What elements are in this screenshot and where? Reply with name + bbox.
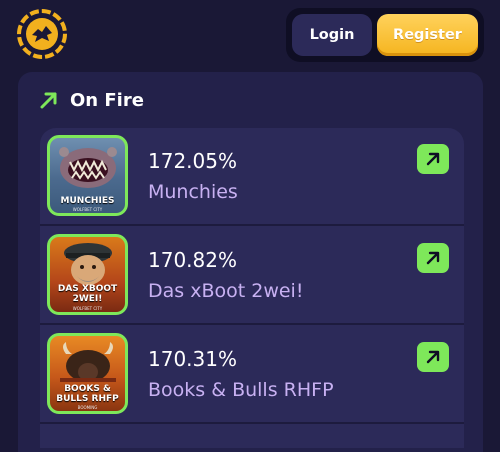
thumbnail-provider: WOLFBET CITY xyxy=(72,207,103,212)
rtp-percent: 172.05% xyxy=(148,149,237,173)
thumbnail-provider: WOLFBET CITY xyxy=(72,306,103,311)
game-name[interactable]: Munchies xyxy=(148,181,238,203)
arrow-up-right-icon xyxy=(426,251,440,265)
thumbnail-provider: BOOMING xyxy=(77,405,98,410)
game-thumbnail[interactable]: BOOKS & BULLS RHFP BOOMING xyxy=(47,333,128,414)
auth-button-group: Login Register xyxy=(286,8,484,62)
row-divider xyxy=(40,224,464,226)
rtp-percent: 170.31% xyxy=(148,347,237,371)
game-thumbnail[interactable]: MUNCHIES WOLFBET CITY xyxy=(47,135,128,216)
login-button[interactable]: Login xyxy=(292,14,372,56)
thumbnail-title: DAS XBOOT 2WEI! xyxy=(57,284,118,304)
section-header: On Fire xyxy=(38,86,144,114)
trending-up-icon xyxy=(40,92,57,109)
open-game-button[interactable] xyxy=(417,342,449,372)
game-name[interactable]: Books & Bulls RHFP xyxy=(148,379,334,401)
section-title: On Fire xyxy=(70,89,144,111)
arrow-up-right-icon xyxy=(426,152,440,166)
coin-logo-icon[interactable] xyxy=(16,8,68,60)
row-divider xyxy=(40,323,464,325)
list-item[interactable]: DAS XBOOT 2WEI! WOLFBET CITY 170.82% Das… xyxy=(40,227,464,325)
game-thumbnail[interactable]: DAS XBOOT 2WEI! WOLFBET CITY xyxy=(47,234,128,315)
open-game-button[interactable] xyxy=(417,144,449,174)
arrow-up-right-icon xyxy=(426,350,440,364)
register-button[interactable]: Register xyxy=(377,14,478,56)
row-divider xyxy=(40,422,464,424)
thumbnail-title: BOOKS & BULLS RHFP xyxy=(56,384,119,404)
list-item[interactable]: BOOKS & BULLS RHFP BOOMING 170.31% Books… xyxy=(40,326,464,424)
thumbnail-title: MUNCHIES xyxy=(60,196,115,206)
game-name[interactable]: Das xBoot 2wei! xyxy=(148,280,303,302)
rtp-percent: 170.82% xyxy=(148,248,237,272)
game-list: MUNCHIES WOLFBET CITY 172.05% Munchies D… xyxy=(40,128,464,448)
list-item[interactable]: MUNCHIES WOLFBET CITY 172.05% Munchies xyxy=(40,128,464,226)
open-game-button[interactable] xyxy=(417,243,449,273)
top-header: Login Register xyxy=(0,0,500,70)
